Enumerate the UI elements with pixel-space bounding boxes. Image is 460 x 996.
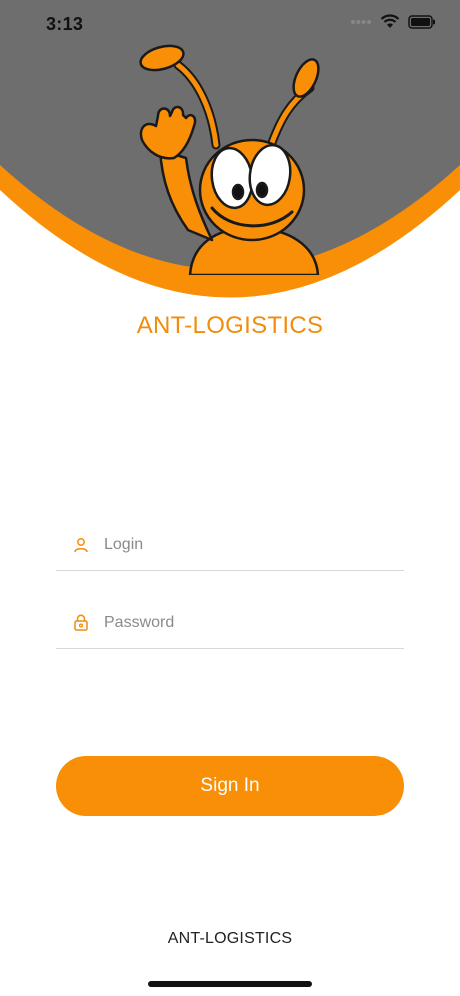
user-icon [72, 536, 90, 554]
login-screen: 3:13 ANT-LOGISTICS Login Sign In ANT-LOG… [0, 0, 460, 996]
ant-mascot-illustration [139, 44, 320, 275]
footer-brand: ANT-LOGISTICS [167, 930, 293, 947]
signal-dots-icon [351, 19, 371, 24]
battery-icon [408, 14, 435, 29]
app-title: ANT-LOGISTICS [136, 312, 324, 339]
password-input[interactable] [104, 613, 384, 632]
status-bar: 3:13 [0, 0, 460, 50]
sign-in-button[interactable]: Sign In [56, 756, 404, 816]
status-time: 3:13 [46, 14, 84, 34]
lock-icon [72, 614, 90, 632]
login-field[interactable] [56, 519, 404, 571]
status-icons [350, 14, 436, 29]
password-field[interactable] [56, 597, 404, 649]
home-indicator[interactable] [148, 981, 312, 987]
wifi-icon [380, 14, 400, 28]
login-input[interactable] [104, 535, 384, 554]
